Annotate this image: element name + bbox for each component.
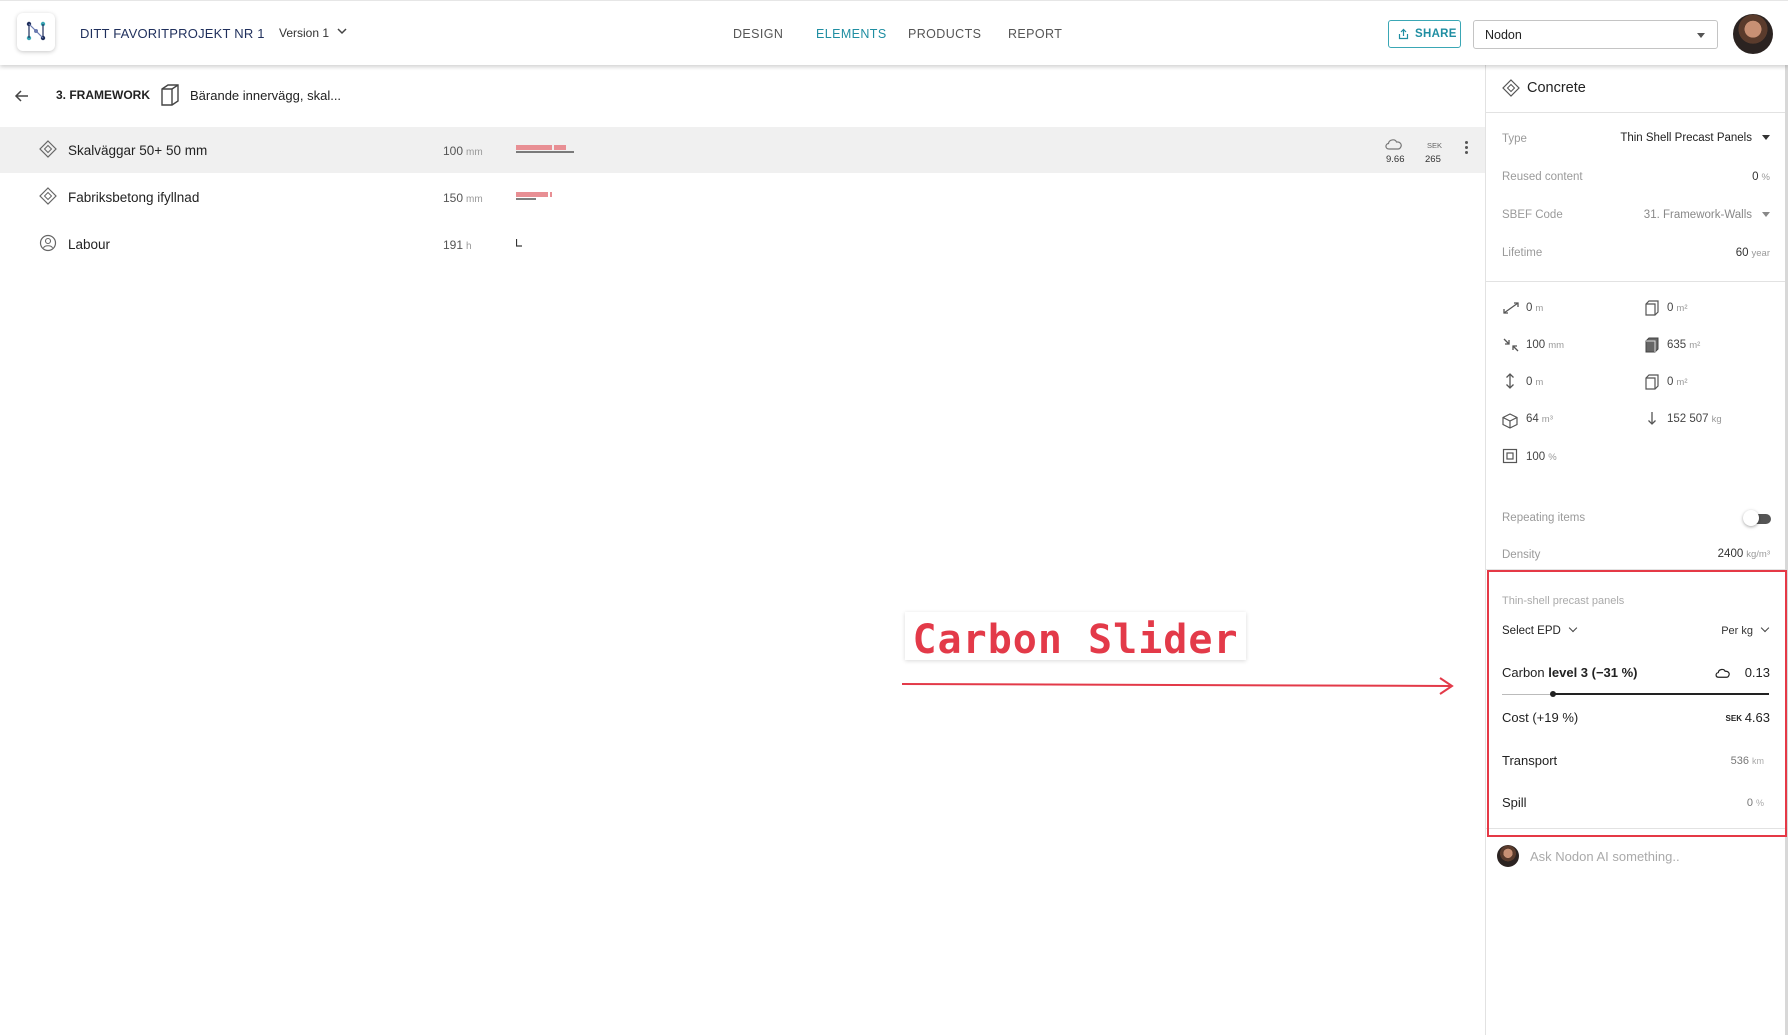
density-value[interactable]: 2400 kg/m³ xyxy=(1718,548,1770,560)
area-solid-icon xyxy=(1645,337,1659,353)
height-icon xyxy=(1506,373,1514,389)
list-item[interactable]: Labour 191 h xyxy=(0,221,1485,267)
wall-element-icon xyxy=(161,84,179,106)
sbef-label: SBEF Code xyxy=(1502,209,1563,221)
height-value[interactable]: 0m xyxy=(1526,376,1543,388)
list-item[interactable]: Skalväggar 50+ 50 mm 100 mm 9.66 SEK 265 xyxy=(0,127,1485,173)
share-label: SHARE xyxy=(1415,28,1457,40)
caret-down-icon xyxy=(1697,33,1705,38)
row-quantity: 150 mm xyxy=(443,191,483,205)
chevron-down-icon[interactable] xyxy=(336,25,348,37)
area-value: 0 m² xyxy=(1667,376,1688,388)
user-avatar xyxy=(1497,845,1519,867)
row-name: Fabriksbetong ifyllnad xyxy=(68,190,200,205)
labour-icon xyxy=(39,234,57,252)
share-percent-value[interactable]: 100% xyxy=(1526,451,1557,463)
tab-products[interactable]: PRODUCTS xyxy=(908,27,981,41)
repeating-items-label: Repeating items xyxy=(1502,512,1586,524)
divider xyxy=(1486,281,1786,282)
length-icon xyxy=(1503,302,1519,314)
material-icon xyxy=(1502,79,1520,97)
share-icon xyxy=(1398,28,1409,40)
breadcrumb-element: Bärande innervägg, skal... xyxy=(190,88,342,103)
row-name: Labour xyxy=(68,237,111,252)
area-icon xyxy=(1645,374,1659,390)
annotation-arrow-icon xyxy=(901,677,1454,695)
panel-title: Concrete xyxy=(1527,80,1586,96)
back-arrow-icon[interactable] xyxy=(14,88,30,104)
area-icon xyxy=(1645,300,1659,316)
percent-box-icon xyxy=(1502,448,1518,464)
organization-select[interactable]: Nodon xyxy=(1473,20,1718,49)
cloud-icon xyxy=(1385,139,1402,150)
tab-design[interactable]: DESIGN xyxy=(733,27,783,41)
lifetime-value[interactable]: 60 year xyxy=(1736,247,1770,259)
tab-elements[interactable]: ELEMENTS xyxy=(816,27,887,41)
top-app-bar: DITT FAVORITPROJEKT NR 1 Version 1 DESIG… xyxy=(0,0,1788,65)
impact-bar xyxy=(516,145,574,153)
cost-value: 265 xyxy=(1425,154,1441,165)
nodon-logo-icon[interactable] xyxy=(17,13,55,51)
impact-bar xyxy=(516,239,522,247)
reused-value[interactable]: 0% xyxy=(1752,171,1770,183)
volume-value: 64 m³ xyxy=(1526,413,1553,425)
annotation-callout: Carbon Slider xyxy=(905,612,1246,663)
currency-label: SEK xyxy=(1427,141,1443,150)
tab-report[interactable]: REPORT xyxy=(1008,27,1062,41)
row-quantity: 191 h xyxy=(443,238,472,252)
volume-icon xyxy=(1502,413,1518,429)
reused-label: Reused content xyxy=(1502,171,1583,183)
list-item[interactable]: Fabriksbetong ifyllnad 150 mm xyxy=(0,174,1485,220)
divider xyxy=(1486,112,1786,113)
element-detail-panel: Concrete Type Thin Shell Precast Panels … xyxy=(1485,65,1788,1035)
type-label: Type xyxy=(1502,133,1527,145)
breadcrumb-section[interactable]: 3. FRAMEWORK xyxy=(56,88,150,102)
sbef-select[interactable]: 31. Framework-Walls xyxy=(1644,209,1770,221)
carbon-value: 9.66 xyxy=(1386,154,1405,165)
lifetime-label: Lifetime xyxy=(1502,247,1543,259)
version-selector[interactable]: Version 1 xyxy=(279,26,329,40)
share-button[interactable]: SHARE xyxy=(1388,20,1461,48)
area-value: 635 m² xyxy=(1667,339,1701,351)
organization-label: Nodon xyxy=(1485,28,1522,42)
thickness-value[interactable]: 100 mm xyxy=(1526,339,1564,351)
length-value[interactable]: 0m xyxy=(1526,302,1543,314)
carbon-slider-highlight xyxy=(1487,570,1787,837)
weight-value: 152 507 kg xyxy=(1667,413,1722,425)
weight-icon xyxy=(1648,412,1656,425)
ai-prompt-input[interactable] xyxy=(1530,849,1770,864)
thickness-icon xyxy=(1503,338,1519,352)
density-label: Density xyxy=(1502,549,1541,561)
type-select[interactable]: Thin Shell Precast Panels xyxy=(1620,132,1770,144)
material-icon xyxy=(39,187,57,205)
annotation-text: Carbon Slider xyxy=(912,617,1239,663)
material-icon xyxy=(39,140,57,158)
repeating-items-toggle[interactable] xyxy=(1743,510,1771,526)
impact-bar xyxy=(516,192,552,200)
row-name: Skalväggar 50+ 50 mm xyxy=(68,143,208,158)
row-quantity: 100 mm xyxy=(443,144,483,158)
project-title[interactable]: DITT FAVORITPROJEKT NR 1 xyxy=(80,26,265,41)
area-value: 0 m² xyxy=(1667,302,1688,314)
user-avatar[interactable] xyxy=(1733,14,1773,54)
more-vertical-icon[interactable] xyxy=(1462,141,1470,159)
